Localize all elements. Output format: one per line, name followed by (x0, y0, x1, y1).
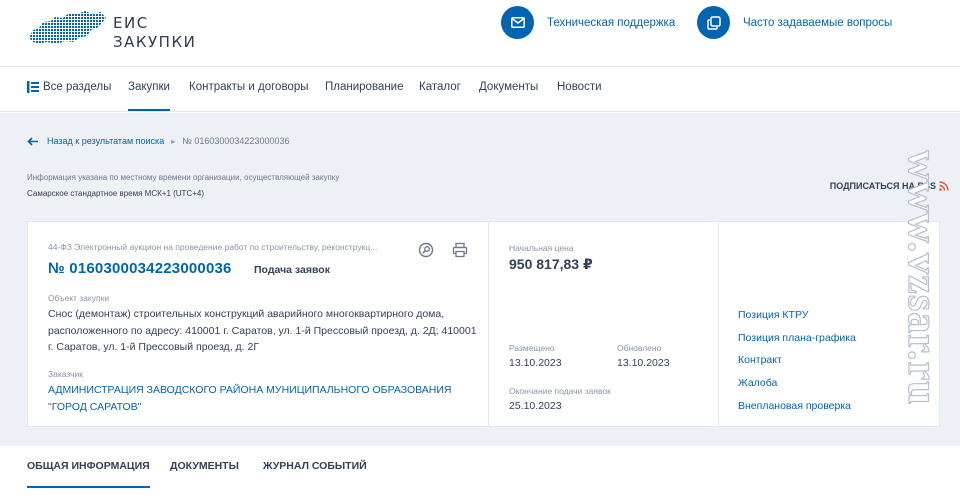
nav-item-documents[interactable]: Документы (479, 81, 538, 93)
object-label: Объект закупки (48, 293, 110, 303)
nav-item-news[interactable]: Новости (557, 81, 602, 93)
logo-line-1: ЕИС (113, 14, 149, 32)
timezone-note: Информация указана по местному времени о… (27, 173, 340, 182)
tab-event-log[interactable]: ЖУРНАЛ СОБЫТИЙ (263, 460, 367, 472)
faq-link[interactable]: Часто задаваемые вопросы (697, 6, 892, 39)
customer-link[interactable]: АДМИНИСТРАЦИЯ ЗАВОДСКОГО РАЙОНА МУНИЦИПА… (48, 382, 488, 415)
support-link[interactable]: Техническая поддержка (501, 6, 675, 39)
russia-map-logo (29, 11, 106, 44)
placed-label: Размещено (509, 343, 555, 353)
copy-icon (697, 6, 730, 39)
tab-bar: ОБЩАЯ ИНФОРМАЦИЯ ДОКУМЕНТЫ ЖУРНАЛ СОБЫТИ… (0, 446, 960, 503)
side-link-ktru[interactable]: Позиция КТРУ (738, 309, 808, 321)
eis-logo[interactable]: ЕИС ЗАКУПКИ (27, 8, 207, 51)
support-label: Техническая поддержка (547, 16, 676, 29)
arrow-left-icon[interactable] (27, 136, 39, 146)
side-link-unscheduled-check[interactable]: Внеплановая проверка (738, 400, 851, 412)
site-watermark: www.vzsar.ru (906, 150, 950, 500)
deadline-label: Окончание подачи заявок (509, 386, 611, 396)
search-doc-icon[interactable] (418, 242, 434, 258)
mail-icon (501, 6, 534, 39)
initial-price: 950 817,83 ₽ (509, 256, 593, 272)
tab-documents[interactable]: ДОКУМЕНТЫ (170, 460, 239, 472)
procurement-type: 44-ФЗ Электронный аукцион на проведение … (48, 242, 378, 252)
column-divider (718, 222, 719, 426)
customer-label: Заказчик (48, 369, 83, 379)
breadcrumb: Назад к результатам поиска ▸ № 016030003… (27, 136, 289, 146)
object-text: Снос (демонтаж) строительных конструкций… (48, 308, 477, 353)
breadcrumb-current: № 0160300034223000036 (182, 136, 290, 146)
nav-item-purchases[interactable]: Закупки (128, 81, 170, 111)
updated-label: Обновлено (617, 343, 662, 353)
logo-line-2: ЗАКУПКИ (113, 33, 197, 51)
nav-item-catalog[interactable]: Каталог (419, 81, 461, 93)
tab-general-info[interactable]: ОБЩАЯ ИНФОРМАЦИЯ (27, 460, 150, 488)
deadline-date: 25.10.2023 (509, 400, 562, 412)
watermark-text: www.vzsar.ru (906, 150, 946, 406)
main-nav: Все разделы Закупки Контракты и договоры… (0, 67, 960, 112)
nav-item-planning[interactable]: Планирование (325, 81, 403, 93)
column-divider (488, 222, 489, 426)
nav-all-sections-label: Все разделы (43, 81, 112, 93)
back-to-results-link[interactable]: Назад к результатам поиска (47, 136, 164, 146)
faq-label: Часто задаваемые вопросы (743, 16, 893, 29)
updated-date: 13.10.2023 (617, 357, 670, 369)
breadcrumb-separator: ▸ (171, 136, 176, 146)
nav-all-sections[interactable]: Все разделы (27, 81, 111, 93)
side-link-plan-schedule[interactable]: Позиция плана-графика (738, 332, 856, 344)
procurement-status: Подача заявок (254, 264, 330, 276)
procurement-number-link[interactable]: № 0160300034223000036 (48, 260, 232, 277)
side-link-contract[interactable]: Контракт (738, 354, 782, 366)
placed-date: 13.10.2023 (509, 357, 562, 369)
initial-price-label: Начальная цена (509, 243, 574, 253)
nav-item-contracts[interactable]: Контракты и договоры (189, 81, 309, 93)
procurement-card: 44-ФЗ Электронный аукцион на проведение … (27, 221, 940, 427)
timezone-value: Самарское стандартное время МСК+1 (UTC+4… (27, 189, 204, 198)
site-header: ЕИС ЗАКУПКИ Техническая поддержка Часто … (0, 0, 960, 67)
sections-icon (27, 81, 39, 93)
side-link-complaint[interactable]: Жалоба (738, 377, 777, 389)
print-icon[interactable] (452, 242, 468, 258)
